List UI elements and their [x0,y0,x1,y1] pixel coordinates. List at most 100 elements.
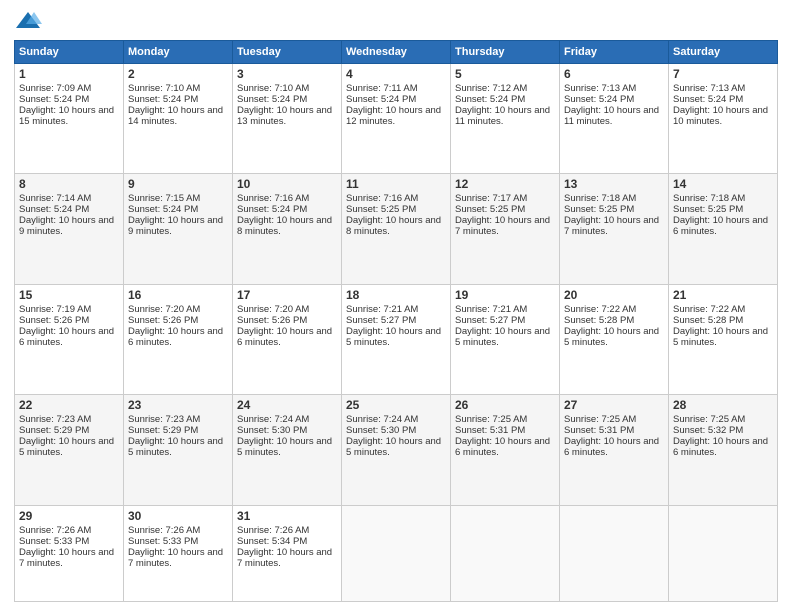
calendar-cell: 27 Sunrise: 7:25 AM Sunset: 5:31 PM Dayl… [560,395,669,505]
sunset-label: Sunset: 5:30 PM [346,425,416,436]
sunset-label: Sunset: 5:25 PM [564,204,634,215]
day-number: 31 [237,509,337,523]
daylight-label: Daylight: 10 hours and 5 minutes. [564,326,659,348]
day-number: 29 [19,509,119,523]
page: SundayMondayTuesdayWednesdayThursdayFrid… [0,0,792,612]
weekday-header: Saturday [669,41,778,64]
daylight-label: Daylight: 10 hours and 8 minutes. [237,215,332,237]
calendar-cell: 11 Sunrise: 7:16 AM Sunset: 5:25 PM Dayl… [342,174,451,284]
daylight-label: Daylight: 10 hours and 6 minutes. [455,436,550,458]
day-number: 22 [19,398,119,412]
calendar-cell: 26 Sunrise: 7:25 AM Sunset: 5:31 PM Dayl… [451,395,560,505]
calendar-cell: 10 Sunrise: 7:16 AM Sunset: 5:24 PM Dayl… [233,174,342,284]
day-number: 4 [346,67,446,81]
daylight-label: Daylight: 10 hours and 14 minutes. [128,105,223,127]
sunset-label: Sunset: 5:24 PM [19,204,89,215]
daylight-label: Daylight: 10 hours and 11 minutes. [455,105,550,127]
sunrise-label: Sunrise: 7:26 AM [128,525,200,536]
daylight-label: Daylight: 10 hours and 9 minutes. [128,215,223,237]
daylight-label: Daylight: 10 hours and 5 minutes. [455,326,550,348]
day-number: 5 [455,67,555,81]
sunset-label: Sunset: 5:26 PM [237,315,307,326]
sunrise-label: Sunrise: 7:18 AM [564,193,636,204]
sunrise-label: Sunrise: 7:23 AM [19,414,91,425]
daylight-label: Daylight: 10 hours and 7 minutes. [19,547,114,569]
sunrise-label: Sunrise: 7:22 AM [673,304,745,315]
daylight-label: Daylight: 10 hours and 7 minutes. [237,547,332,569]
day-number: 23 [128,398,228,412]
day-number: 14 [673,177,773,191]
sunset-label: Sunset: 5:24 PM [237,204,307,215]
sunset-label: Sunset: 5:34 PM [237,536,307,547]
day-number: 21 [673,288,773,302]
sunset-label: Sunset: 5:24 PM [19,94,89,105]
sunset-label: Sunset: 5:32 PM [673,425,743,436]
calendar-cell: 2 Sunrise: 7:10 AM Sunset: 5:24 PM Dayli… [124,64,233,174]
sunset-label: Sunset: 5:31 PM [564,425,634,436]
day-number: 1 [19,67,119,81]
daylight-label: Daylight: 10 hours and 5 minutes. [673,326,768,348]
calendar-week-row: 8 Sunrise: 7:14 AM Sunset: 5:24 PM Dayli… [15,174,778,284]
day-number: 8 [19,177,119,191]
sunrise-label: Sunrise: 7:10 AM [237,83,309,94]
daylight-label: Daylight: 10 hours and 5 minutes. [346,326,441,348]
sunset-label: Sunset: 5:25 PM [346,204,416,215]
daylight-label: Daylight: 10 hours and 5 minutes. [128,436,223,458]
daylight-label: Daylight: 10 hours and 11 minutes. [564,105,659,127]
sunset-label: Sunset: 5:27 PM [346,315,416,326]
day-number: 28 [673,398,773,412]
calendar-cell [451,505,560,601]
calendar-cell: 25 Sunrise: 7:24 AM Sunset: 5:30 PM Dayl… [342,395,451,505]
calendar-week-row: 29 Sunrise: 7:26 AM Sunset: 5:33 PM Dayl… [15,505,778,601]
day-number: 11 [346,177,446,191]
sunrise-label: Sunrise: 7:16 AM [237,193,309,204]
sunrise-label: Sunrise: 7:13 AM [673,83,745,94]
day-number: 25 [346,398,446,412]
day-number: 26 [455,398,555,412]
daylight-label: Daylight: 10 hours and 13 minutes. [237,105,332,127]
daylight-label: Daylight: 10 hours and 6 minutes. [673,215,768,237]
sunset-label: Sunset: 5:24 PM [128,94,198,105]
sunrise-label: Sunrise: 7:25 AM [673,414,745,425]
sunrise-label: Sunrise: 7:15 AM [128,193,200,204]
sunrise-label: Sunrise: 7:16 AM [346,193,418,204]
calendar-cell: 31 Sunrise: 7:26 AM Sunset: 5:34 PM Dayl… [233,505,342,601]
calendar-cell: 16 Sunrise: 7:20 AM Sunset: 5:26 PM Dayl… [124,284,233,394]
calendar-cell: 14 Sunrise: 7:18 AM Sunset: 5:25 PM Dayl… [669,174,778,284]
sunrise-label: Sunrise: 7:09 AM [19,83,91,94]
calendar-cell: 19 Sunrise: 7:21 AM Sunset: 5:27 PM Dayl… [451,284,560,394]
header [14,10,778,32]
sunrise-label: Sunrise: 7:22 AM [564,304,636,315]
calendar-cell: 29 Sunrise: 7:26 AM Sunset: 5:33 PM Dayl… [15,505,124,601]
daylight-label: Daylight: 10 hours and 7 minutes. [564,215,659,237]
day-number: 18 [346,288,446,302]
weekday-header: Friday [560,41,669,64]
daylight-label: Daylight: 10 hours and 5 minutes. [19,436,114,458]
day-number: 7 [673,67,773,81]
sunrise-label: Sunrise: 7:11 AM [346,83,418,94]
day-number: 15 [19,288,119,302]
weekday-header: Sunday [15,41,124,64]
daylight-label: Daylight: 10 hours and 5 minutes. [237,436,332,458]
weekday-header: Tuesday [233,41,342,64]
weekday-header: Wednesday [342,41,451,64]
calendar-cell: 22 Sunrise: 7:23 AM Sunset: 5:29 PM Dayl… [15,395,124,505]
daylight-label: Daylight: 10 hours and 7 minutes. [455,215,550,237]
sunrise-label: Sunrise: 7:21 AM [346,304,418,315]
sunset-label: Sunset: 5:26 PM [19,315,89,326]
sunset-label: Sunset: 5:25 PM [673,204,743,215]
calendar-cell: 5 Sunrise: 7:12 AM Sunset: 5:24 PM Dayli… [451,64,560,174]
logo-icon [14,10,42,32]
sunrise-label: Sunrise: 7:14 AM [19,193,91,204]
sunrise-label: Sunrise: 7:17 AM [455,193,527,204]
weekday-header: Monday [124,41,233,64]
calendar-cell: 7 Sunrise: 7:13 AM Sunset: 5:24 PM Dayli… [669,64,778,174]
calendar-cell: 21 Sunrise: 7:22 AM Sunset: 5:28 PM Dayl… [669,284,778,394]
sunset-label: Sunset: 5:25 PM [455,204,525,215]
calendar-cell: 18 Sunrise: 7:21 AM Sunset: 5:27 PM Dayl… [342,284,451,394]
calendar-cell: 8 Sunrise: 7:14 AM Sunset: 5:24 PM Dayli… [15,174,124,284]
calendar-cell: 6 Sunrise: 7:13 AM Sunset: 5:24 PM Dayli… [560,64,669,174]
day-number: 17 [237,288,337,302]
sunrise-label: Sunrise: 7:26 AM [237,525,309,536]
day-number: 13 [564,177,664,191]
